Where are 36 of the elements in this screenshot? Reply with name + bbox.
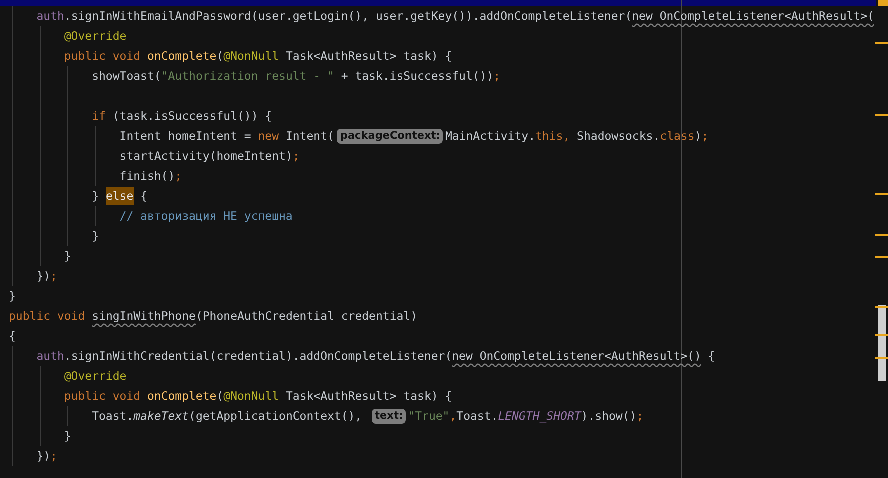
code-text: MainActivity.this, Shadowsocks.class); [445, 128, 709, 145]
code-text: auth.signInWithCredential(credential).addOnCompleteListener(new OnCompleteListener<AuthResult>() { [36, 348, 716, 365]
code-text: } [64, 248, 72, 265]
code-text: "True",Toast.LENGTH_SHORT).show(); [408, 408, 644, 425]
parameter-hint: packageContext: [337, 128, 444, 144]
scrollbar-thumb[interactable] [878, 305, 886, 381]
code-text: } [92, 228, 100, 245]
scrollbar-marker[interactable] [875, 114, 888, 116]
code-text: Toast.makeText(getApplicationContext(), [92, 408, 364, 425]
scrollbar-marker[interactable] [875, 306, 888, 308]
code-text: if (task.isSuccessful()) { [92, 108, 272, 125]
code-text: public void onComplete(@NonNull Task<AuthResult> task) { [64, 388, 452, 405]
code-text: }); [36, 448, 58, 465]
scrollbar-marker[interactable] [875, 234, 888, 236]
status-indicator [878, 0, 888, 6]
code-text: public void singInWithPhone(PhoneAuthCredential credential) [9, 308, 418, 325]
code-text: public void onComplete(@NonNull Task<AuthResult> task) { [64, 48, 452, 65]
code-text: } else { [92, 186, 148, 206]
code-text: showToast("Authorization result - " + task.isSuccessful()); [92, 68, 501, 85]
code-text: auth.signInWithEmailAndPassword(user.getLogin(), user.getKey()).addOnCompleteListener(new OnCompleteListener<AuthResult>( [36, 8, 874, 25]
scrollbar-marker[interactable] [875, 334, 888, 336]
parameter-hint: text: [372, 408, 406, 424]
scrollbar-marker[interactable] [875, 256, 888, 258]
scrollbar-marker[interactable] [875, 42, 888, 44]
code-text: finish(); [120, 168, 182, 185]
code-text: { [9, 328, 16, 345]
scrollbar-marker[interactable] [875, 357, 888, 359]
code-text: } [64, 428, 72, 445]
code-text: } [9, 288, 16, 305]
code-text: @Override [64, 368, 127, 385]
code-text: startActivity(homeIntent); [120, 148, 300, 165]
code-text: }); [36, 268, 58, 285]
scrollbar-marker[interactable] [875, 193, 888, 195]
code-text: // авторизация НЕ успешна [120, 208, 293, 225]
code-text: @Override [64, 28, 127, 45]
code-text: Intent homeIntent = new Intent( [120, 128, 334, 145]
